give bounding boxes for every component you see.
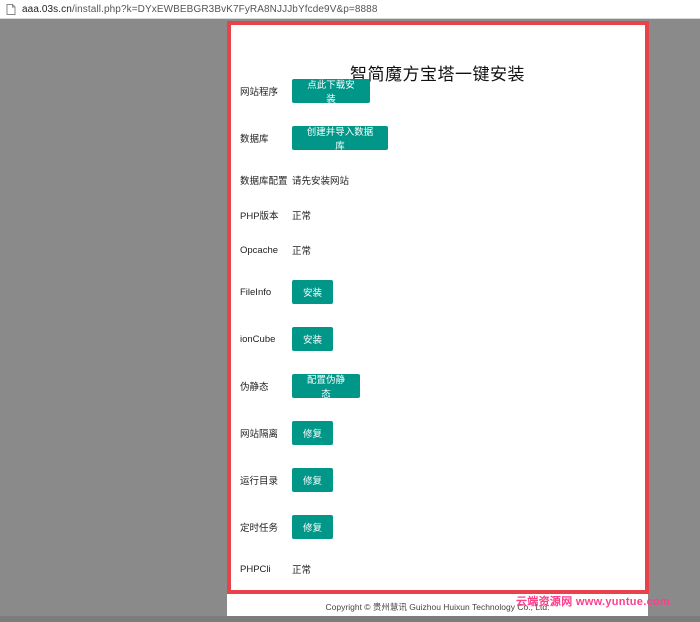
row-label: Opcache: [240, 244, 279, 256]
row-opcache: Opcache 正常: [240, 237, 311, 263]
install-panel: 智简魔方宝塔一键安装: [227, 22, 648, 593]
row-label: 运行目录: [240, 476, 279, 487]
cron-tasks-repair-button[interactable]: 修复: [292, 515, 333, 539]
address-bar[interactable]: aaa.03s.cn/install.php?k=DYxEWBEBGR3BvK7…: [0, 0, 700, 19]
row-label: 网站程序: [240, 87, 279, 98]
row-value: 请先安装网站: [292, 176, 350, 187]
site-isolation-repair-button[interactable]: 修复: [292, 421, 333, 445]
row-label: 定时任务: [240, 523, 279, 534]
configure-rewrite-button[interactable]: 配置伪静态: [292, 374, 360, 400]
row-website-program: 网站程序 点此下载安装: [240, 78, 370, 105]
row-cron-tasks: 定时任务 修复: [240, 514, 333, 540]
row-database-config: 数据库配置 请先安装网站: [240, 167, 349, 193]
row-label: FileInfo: [240, 286, 272, 298]
url-path: /install.php?k=DYxEWBEBGR3BvK7FyRA8NJJJb…: [71, 3, 378, 15]
row-label: 伪静态: [240, 382, 269, 393]
row-label: 数据库配置: [240, 176, 288, 187]
row-run-directory: 运行目录 修复: [240, 467, 333, 493]
row-ioncube: ionCube 安装: [240, 326, 333, 352]
url-host: aaa.03s.cn: [22, 3, 72, 15]
row-database: 数据库 创建并导入数据库: [240, 125, 388, 152]
bottom-strip: [0, 616, 700, 622]
row-label: ionCube: [240, 333, 276, 345]
download-install-button[interactable]: 点此下载安装: [292, 79, 370, 105]
row-value: 正常: [292, 211, 312, 222]
row-phpcli: PHPCli 正常: [240, 556, 311, 582]
row-label: PHP版本: [240, 211, 279, 222]
row-rewrite: 伪静态 配置伪静态: [240, 373, 360, 400]
row-php-version: PHP版本 正常: [240, 202, 311, 228]
row-label: PHPCli: [240, 563, 271, 575]
row-label: 数据库: [240, 134, 269, 145]
ioncube-install-button[interactable]: 安装: [292, 327, 333, 351]
run-directory-repair-button[interactable]: 修复: [292, 468, 333, 492]
watermark: 云端资源网 www.yuntue.com: [516, 596, 671, 608]
row-value: 正常: [292, 246, 312, 257]
row-value: 正常: [292, 565, 312, 576]
url-text[interactable]: aaa.03s.cn/install.php?k=DYxEWBEBGR3BvK7…: [22, 4, 377, 15]
fileinfo-install-button[interactable]: 安装: [292, 280, 333, 304]
page-icon: [5, 3, 17, 15]
row-site-isolation: 网站隔离 修复: [240, 420, 333, 446]
create-import-database-button[interactable]: 创建并导入数据库: [292, 126, 388, 152]
row-label: 网站隔离: [240, 429, 279, 440]
row-fileinfo: FileInfo 安装: [240, 279, 333, 305]
